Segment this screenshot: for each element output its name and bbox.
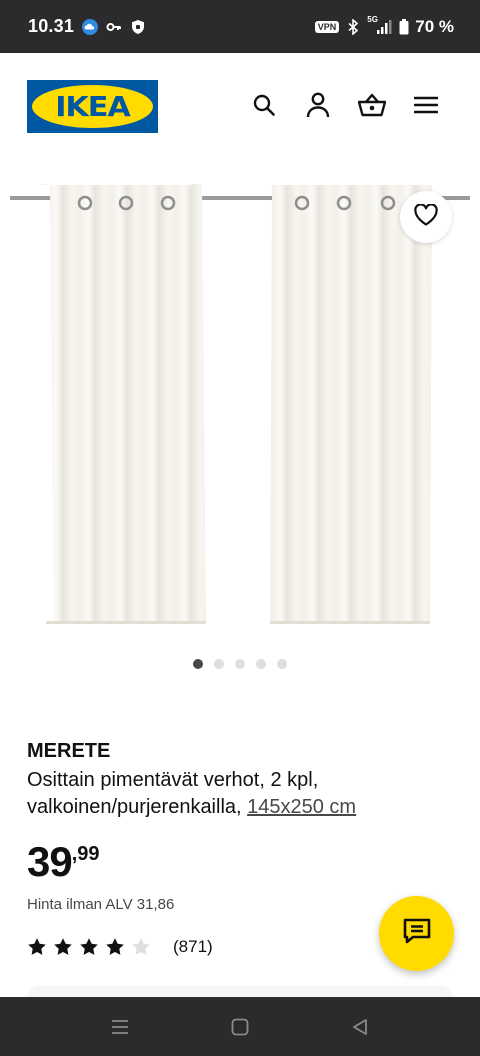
product-image[interactable] bbox=[0, 163, 480, 643]
recents-button[interactable] bbox=[100, 1007, 140, 1047]
network-label: 5G bbox=[367, 14, 378, 24]
product-price: 39 ,99 bbox=[27, 838, 100, 886]
logo-text: IKEA bbox=[55, 90, 131, 123]
size-link[interactable]: 145x250 cm bbox=[247, 796, 356, 818]
rating-count: (871) bbox=[173, 937, 213, 956]
bluetooth-icon bbox=[345, 18, 361, 35]
battery-percent: 70 % bbox=[415, 16, 454, 36]
star-icon bbox=[54, 938, 72, 955]
product-description: Osittain pimentävät verhot, 2 kpl, valko… bbox=[27, 767, 447, 821]
search-icon[interactable] bbox=[250, 91, 278, 119]
header-actions bbox=[250, 91, 440, 119]
price-integer: 39 bbox=[27, 838, 73, 885]
carousel-dot[interactable] bbox=[256, 659, 266, 669]
signal-icon: 5G bbox=[367, 15, 393, 35]
vpn-badge: VPN bbox=[314, 20, 340, 33]
heart-icon bbox=[414, 202, 438, 231]
account-icon[interactable] bbox=[304, 91, 332, 119]
basket-icon[interactable] bbox=[358, 91, 386, 119]
price-decimals: ,99 bbox=[71, 843, 100, 865]
site-header: IKEA bbox=[0, 53, 480, 163]
carousel-dot[interactable] bbox=[277, 659, 287, 669]
star-icon bbox=[106, 938, 124, 955]
chat-icon bbox=[403, 918, 431, 949]
home-button[interactable] bbox=[220, 1007, 260, 1047]
system-navigation-bar bbox=[0, 997, 480, 1056]
back-button[interactable] bbox=[340, 1007, 380, 1047]
status-right: VPN 5G 70 % bbox=[314, 15, 454, 37]
key-icon bbox=[106, 19, 122, 35]
battery-icon bbox=[399, 18, 409, 35]
carousel-dot[interactable] bbox=[193, 659, 203, 669]
star-icon bbox=[28, 938, 46, 955]
shield-icon bbox=[130, 19, 146, 35]
status-left: 10.31 bbox=[28, 16, 146, 37]
product-name: MERETE bbox=[27, 740, 111, 762]
carousel-dot[interactable] bbox=[214, 659, 224, 669]
logo-oval: IKEA bbox=[32, 85, 153, 128]
status-bar: 10.31 VPN 5G 70 % bbox=[0, 0, 480, 53]
price-without-vat: Hinta ilman ALV 31,86 bbox=[27, 896, 175, 913]
carousel-dot[interactable] bbox=[235, 659, 245, 669]
product-rating[interactable]: (871) bbox=[27, 937, 213, 957]
star-empty-icon bbox=[132, 938, 150, 955]
cloud-icon bbox=[82, 18, 99, 35]
image-carousel-dots bbox=[0, 659, 480, 669]
chat-button[interactable] bbox=[379, 896, 454, 971]
menu-icon[interactable] bbox=[412, 91, 440, 119]
star-icon bbox=[80, 938, 98, 955]
status-time: 10.31 bbox=[28, 16, 75, 36]
ikea-logo[interactable]: IKEA bbox=[27, 80, 158, 133]
favorite-button[interactable] bbox=[400, 191, 452, 243]
